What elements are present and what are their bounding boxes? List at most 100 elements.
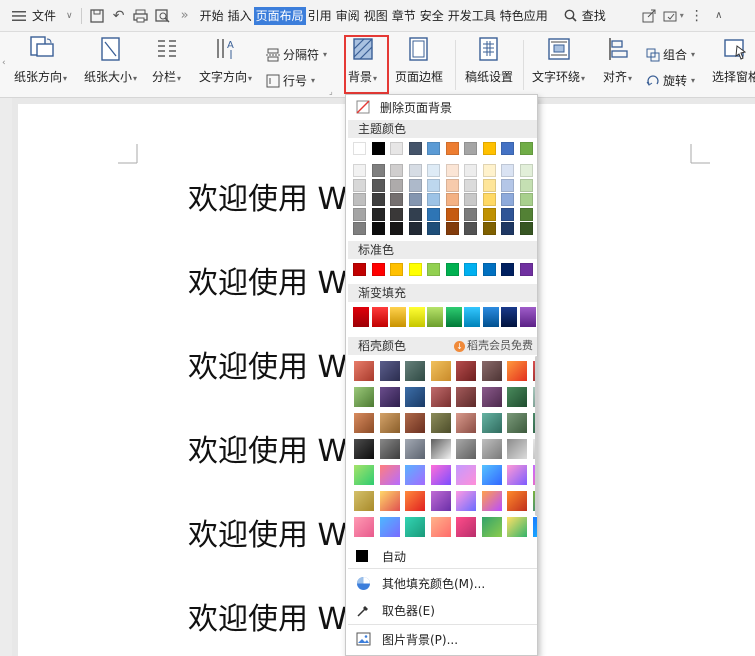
docer-color-swatch[interactable] (354, 439, 374, 459)
docer-color-swatch[interactable] (507, 361, 527, 381)
theme-shade-swatch[interactable] (501, 222, 514, 235)
rotate-button[interactable]: 旋转 ▾ (646, 72, 695, 89)
theme-color-swatch[interactable] (519, 142, 533, 155)
docer-color-swatch[interactable] (405, 491, 425, 511)
docer-color-swatch[interactable] (379, 439, 400, 459)
picture-background-item[interactable]: 图片背景(P)... (346, 629, 537, 649)
docer-color-swatch[interactable] (507, 439, 527, 459)
docer-color-swatch[interactable] (456, 439, 476, 459)
theme-shade-swatch[interactable] (353, 164, 366, 177)
tab-4[interactable]: 审阅 (334, 7, 362, 25)
tab-9[interactable]: 特色应用 (498, 7, 550, 25)
docer-color-swatch[interactable] (430, 517, 451, 537)
standard-color-swatch[interactable] (501, 263, 514, 276)
eyedropper-item[interactable]: 取色器(E) (346, 600, 537, 620)
theme-shade-swatch[interactable] (390, 222, 403, 235)
theme-shade-swatch[interactable] (445, 164, 459, 177)
docer-color-swatch[interactable] (430, 491, 451, 511)
theme-shade-swatch[interactable] (482, 193, 496, 206)
docer-color-swatch[interactable] (456, 517, 476, 537)
docer-color-swatch[interactable] (430, 361, 451, 381)
theme-shade-swatch[interactable] (427, 178, 440, 192)
theme-shade-swatch[interactable] (353, 207, 366, 221)
docer-color-swatch[interactable] (405, 517, 425, 537)
theme-color-swatch[interactable] (445, 142, 459, 155)
theme-shade-swatch[interactable] (427, 207, 440, 221)
theme-color-swatch[interactable] (353, 142, 366, 155)
separator-button[interactable]: 分隔符 ▾ (266, 46, 327, 63)
docer-color-swatch[interactable] (481, 491, 502, 511)
docer-color-swatch[interactable] (481, 361, 502, 381)
search-button[interactable]: 查找 (564, 7, 608, 25)
theme-shade-swatch[interactable] (464, 193, 477, 206)
gradient-swatch[interactable] (371, 307, 388, 327)
theme-shade-swatch[interactable] (464, 222, 477, 235)
docer-color-swatch[interactable] (481, 439, 502, 459)
docer-color-swatch[interactable] (379, 491, 400, 511)
theme-shade-swatch[interactable] (482, 222, 496, 235)
theme-shade-swatch[interactable] (464, 164, 477, 177)
docer-color-swatch[interactable] (379, 517, 400, 537)
tab-3[interactable]: 引用 (306, 7, 334, 25)
theme-shade-swatch[interactable] (482, 164, 496, 177)
theme-shade-swatch[interactable] (408, 193, 422, 206)
docer-color-swatch[interactable] (456, 491, 476, 511)
theme-shade-swatch[interactable] (501, 164, 514, 177)
gradient-swatch[interactable] (390, 307, 406, 327)
theme-shade-swatch[interactable] (501, 178, 514, 192)
docer-color-swatch[interactable] (354, 491, 374, 511)
standard-color-swatch[interactable] (445, 263, 459, 276)
standard-color-swatch[interactable] (353, 263, 366, 276)
theme-shade-swatch[interactable] (519, 178, 533, 192)
docer-color-swatch[interactable] (354, 465, 374, 485)
gradient-swatch[interactable] (408, 307, 425, 327)
docer-member-badge[interactable]: ↓ 稻壳会员免费 (454, 337, 533, 355)
docer-color-swatch[interactable] (481, 413, 502, 433)
docer-color-swatch[interactable] (481, 517, 502, 537)
theme-shade-swatch[interactable] (464, 178, 477, 192)
theme-shade-swatch[interactable] (390, 164, 403, 177)
docer-color-swatch[interactable] (456, 413, 476, 433)
docer-color-swatch[interactable] (456, 387, 476, 407)
group-button[interactable]: 组合 ▾ (646, 46, 695, 63)
docer-color-swatch[interactable] (430, 465, 451, 485)
selection-pane-button[interactable]: 选择窗格 (712, 34, 755, 85)
theme-shade-swatch[interactable] (445, 178, 459, 192)
theme-shade-swatch[interactable] (408, 222, 422, 235)
docer-color-swatch[interactable] (354, 413, 374, 433)
theme-color-swatch[interactable] (390, 142, 403, 155)
paper-size-button[interactable]: 纸张大小▾ (84, 34, 137, 85)
docer-color-swatch[interactable] (507, 517, 527, 537)
docer-color-swatch[interactable] (532, 517, 537, 537)
gradient-swatch[interactable] (482, 307, 499, 327)
theme-color-swatch[interactable] (427, 142, 440, 155)
docer-color-swatch[interactable] (354, 361, 374, 381)
docer-color-swatch[interactable] (405, 361, 425, 381)
page-border-button[interactable]: 页面边框 (395, 34, 443, 85)
theme-shade-swatch[interactable] (445, 193, 459, 206)
save-icon[interactable] (86, 5, 108, 27)
docer-color-swatch[interactable] (379, 413, 400, 433)
tab-1[interactable]: 插入 (226, 7, 254, 25)
standard-color-swatch[interactable] (464, 263, 477, 276)
docer-color-swatch[interactable] (430, 387, 451, 407)
theme-shade-swatch[interactable] (445, 222, 459, 235)
theme-color-swatch[interactable] (482, 142, 496, 155)
print-icon[interactable] (130, 5, 152, 27)
theme-shade-swatch[interactable] (519, 193, 533, 206)
theme-shade-swatch[interactable] (408, 207, 422, 221)
docer-color-swatch[interactable] (405, 465, 425, 485)
docer-color-swatch[interactable] (354, 387, 374, 407)
standard-color-swatch[interactable] (427, 263, 440, 276)
docer-color-swatch[interactable] (507, 491, 527, 511)
theme-shade-swatch[interactable] (408, 164, 422, 177)
more-options-icon[interactable]: ⋮ (686, 5, 708, 27)
dropdown-scrollbar[interactable] (535, 356, 538, 516)
theme-color-swatch[interactable] (408, 142, 422, 155)
docer-color-swatch[interactable] (354, 517, 374, 537)
theme-shade-swatch[interactable] (482, 178, 496, 192)
docer-color-swatch[interactable] (481, 387, 502, 407)
auto-color-item[interactable]: 自动 (346, 547, 537, 565)
standard-color-swatch[interactable] (408, 263, 422, 276)
docer-color-swatch[interactable] (507, 413, 527, 433)
